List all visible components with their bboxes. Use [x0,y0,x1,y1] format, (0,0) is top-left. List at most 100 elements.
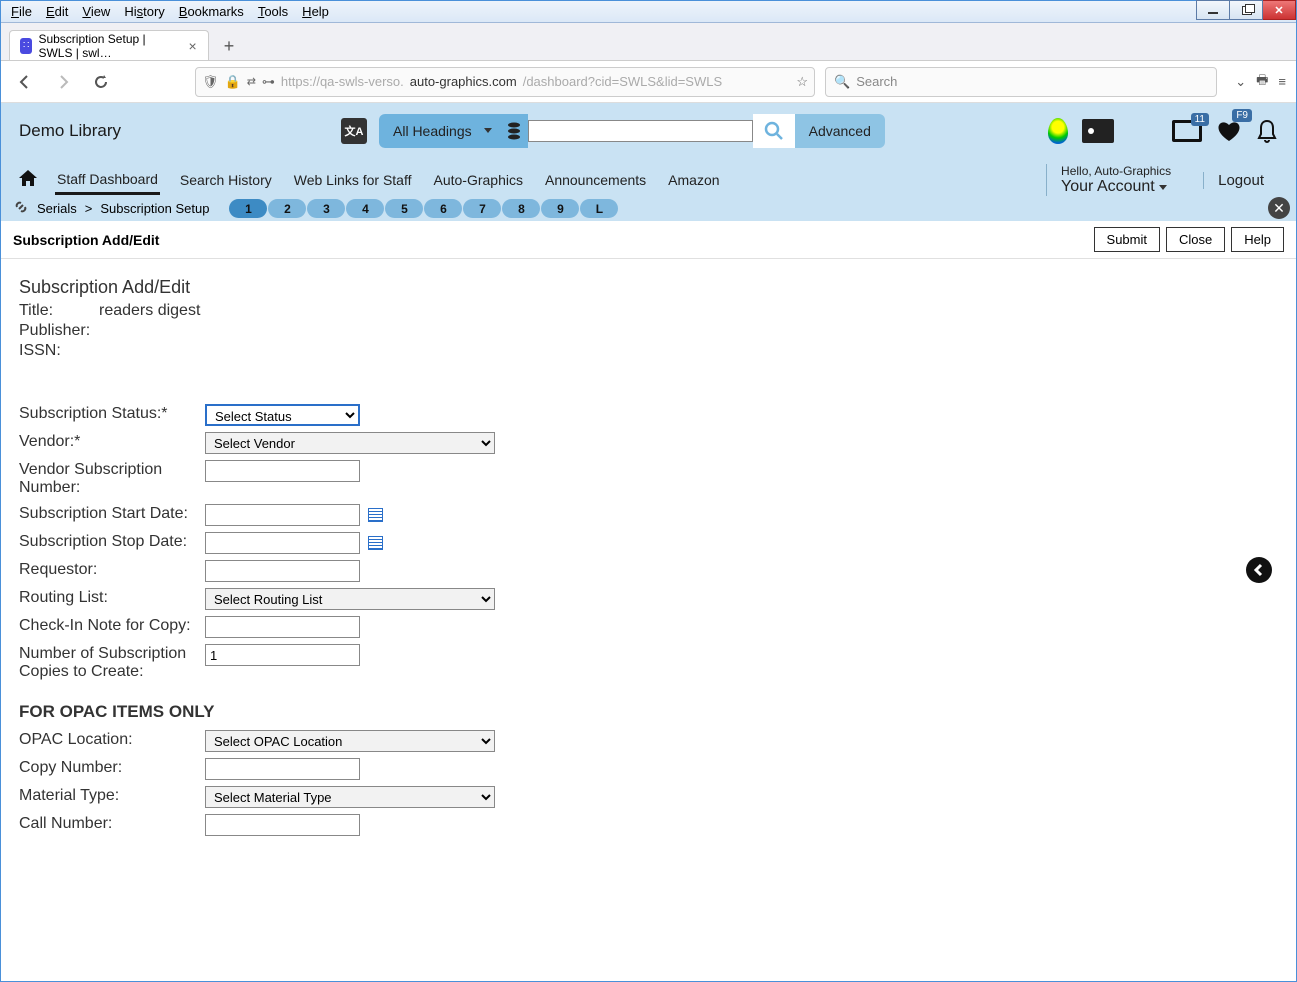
status-select[interactable]: Select Status [205,404,360,426]
lock-icon[interactable]: 🔒 [225,74,241,90]
print-icon[interactable]: 🖶 [1256,71,1268,93]
catalog-search-button[interactable] [753,114,795,148]
new-tab-button[interactable]: + [215,32,243,60]
menu-history[interactable]: History [118,3,170,20]
form-content: Subscription Add/Edit Title:readers dige… [1,259,1296,974]
headings-label: All Headings [393,123,472,139]
window-minimize-button[interactable] [1196,0,1230,20]
chevron-down-icon [484,128,492,133]
address-bar[interactable]: 🛡 🔒 ⇄ ⊶ https://qa-swls-verso.auto-graph… [195,67,815,97]
page-title: Subscription Add/Edit [13,232,159,248]
opac-location-label: OPAC Location: [19,728,205,752]
library-brand: Demo Library [19,121,329,141]
start-date-input[interactable] [205,504,360,526]
nav-auto-graphics[interactable]: Auto-Graphics [432,166,525,194]
vendor-select[interactable]: Select Vendor [205,432,495,454]
window-maximize-button[interactable] [1229,0,1263,20]
checkin-note-input[interactable] [205,616,360,638]
menu-file[interactable]: File [5,3,38,20]
app-header: Demo Library 文A All Headings Advanced [1,103,1296,196]
call-number-input[interactable] [205,814,360,836]
menu-view[interactable]: View [76,3,116,20]
hamburger-menu-icon[interactable]: ≡ [1278,74,1286,89]
nav-web-links[interactable]: Web Links for Staff [292,166,414,194]
calendar-icon[interactable] [368,508,383,522]
session-tab-9[interactable]: 9 [541,199,579,218]
submit-button[interactable]: Submit [1094,227,1160,252]
nav-amazon[interactable]: Amazon [666,166,721,194]
tab-title: Subscription Setup | SWLS | swl… [38,32,181,60]
session-tab-8[interactable]: 8 [502,199,540,218]
account-menu[interactable]: Hello, Auto-Graphics Your Account [1046,164,1185,196]
stop-date-input[interactable] [205,532,360,554]
copy-number-input[interactable] [205,758,360,780]
opac-location-select[interactable]: Select OPAC Location [205,730,495,752]
form-heading: Subscription Add/Edit [19,277,1278,298]
database-icon[interactable] [500,114,528,148]
key-icon[interactable]: ⊶ [262,74,275,90]
permissions-icon[interactable]: ⇄ [247,75,256,88]
session-tab-3[interactable]: 3 [307,199,345,218]
nav-forward-button[interactable] [49,68,77,96]
routing-list-select[interactable]: Select Routing List [205,588,495,610]
nav-reload-button[interactable] [87,68,115,96]
session-tab-2[interactable]: 2 [268,199,306,218]
session-tab-7[interactable]: 7 [463,199,501,218]
pocket-icon[interactable]: ⌄ [1235,74,1246,90]
url-path: /dashboard?cid=SWLS&lid=SWLS [523,74,722,89]
calendar-icon[interactable] [368,536,383,550]
favorites-icon[interactable]: F9 [1216,119,1242,143]
close-button[interactable]: Close [1166,227,1225,252]
opac-section-header: FOR OPAC ITEMS ONLY [19,702,1278,722]
browser-search-bar[interactable]: 🔍 Search [825,67,1217,97]
list-badge: 11 [1191,113,1209,126]
session-tab-6[interactable]: 6 [424,199,462,218]
tab-favicon: ∷ [20,38,32,54]
headings-dropdown[interactable]: All Headings [379,114,500,148]
close-panel-button[interactable]: ✕ [1268,197,1290,219]
shield-icon[interactable]: 🛡 [202,74,219,90]
balloon-icon[interactable] [1048,118,1068,144]
crumb-serials[interactable]: Serials [37,201,77,216]
window-close-button[interactable]: ✕ [1262,0,1296,20]
catalog-search-input[interactable] [528,120,753,142]
menu-bookmarks[interactable]: Bookmarks [173,3,250,20]
expand-panel-button[interactable] [1246,557,1272,583]
bookmark-star-icon[interactable]: ☆ [796,74,808,90]
copy-number-label: Copy Number: [19,756,205,780]
title-value: readers digest [99,302,200,320]
session-tab-L[interactable]: L [580,199,618,218]
search-icon: 🔍 [834,74,850,90]
help-button[interactable]: Help [1231,227,1284,252]
nav-announcements[interactable]: Announcements [543,166,648,194]
menu-edit[interactable]: Edit [40,3,74,20]
material-type-select[interactable]: Select Material Type [205,786,495,808]
browser-tab[interactable]: ∷ Subscription Setup | SWLS | swl… × [9,30,209,60]
url-prefix: https://qa-swls-verso. [281,74,404,89]
home-icon[interactable] [19,170,37,191]
requestor-input[interactable] [205,560,360,582]
tab-close-button[interactable]: × [187,39,198,53]
menu-tools[interactable]: Tools [252,3,294,20]
browser-tabstrip: ∷ Subscription Setup | SWLS | swl… × + [1,23,1296,61]
session-tab-5[interactable]: 5 [385,199,423,218]
list-icon[interactable]: 11 [1172,120,1202,142]
advanced-search-button[interactable]: Advanced [795,114,885,148]
chain-icon[interactable] [13,199,29,218]
language-icon[interactable]: 文A [341,118,367,144]
menu-help[interactable]: Help [296,3,335,20]
requestor-label: Requestor: [19,558,205,582]
session-tab-1[interactable]: 1 [229,199,267,218]
scanner-icon[interactable] [1082,119,1114,143]
vsn-input[interactable] [205,460,360,482]
nav-search-history[interactable]: Search History [178,166,274,194]
nav-back-button[interactable] [11,68,39,96]
publisher-label: Publisher: [19,322,99,340]
logout-link[interactable]: Logout [1203,172,1278,189]
session-tab-4[interactable]: 4 [346,199,384,218]
copies-input[interactable] [205,644,360,666]
account-label: Your Account [1061,178,1155,196]
notifications-icon[interactable] [1256,118,1278,144]
browser-navbar: 🛡 🔒 ⇄ ⊶ https://qa-swls-verso.auto-graph… [1,61,1296,103]
nav-staff-dashboard[interactable]: Staff Dashboard [55,165,160,195]
